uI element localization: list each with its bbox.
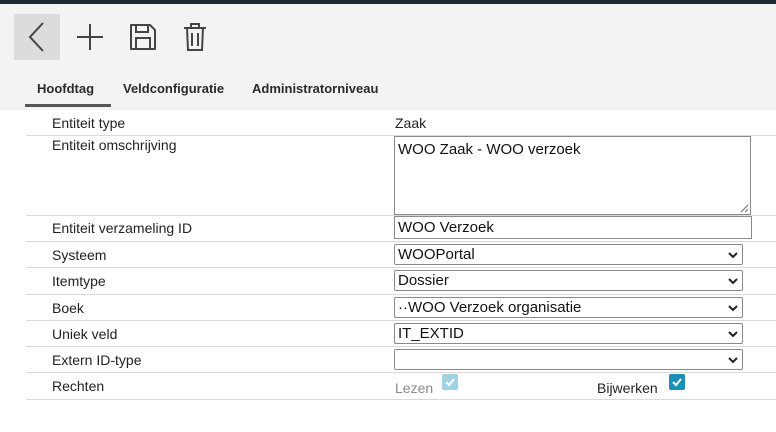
book-label: Boek (52, 300, 84, 316)
chevron-down-icon (728, 305, 738, 312)
rights-label: Rechten (52, 378, 105, 394)
tab-administratorniveau[interactable]: Administratorniveau (252, 70, 378, 108)
system-select[interactable]: WOOPortal (394, 244, 743, 265)
entity-description-value: WOO Zaak - WOO verzoek (398, 141, 581, 158)
read-permission-label: Lezen (395, 380, 434, 396)
entity-description-label: Entiteit omschrijving (52, 137, 177, 153)
book-selected-value: ··WOO Verzoek organisatie (398, 299, 582, 316)
entity-description-textarea[interactable]: WOO Zaak - WOO verzoek (394, 136, 751, 215)
collection-id-input[interactable]: WOO Verzoek (394, 216, 752, 239)
entity-type-value: Zaak (395, 115, 427, 131)
unique-field-select[interactable]: IT_EXTID (394, 323, 743, 344)
unique-field-label: Uniek veld (52, 326, 118, 342)
tab-hoofdtag[interactable]: Hoofdtag (37, 70, 94, 108)
extern-id-type-label: Extern ID-type (52, 352, 142, 368)
item-type-selected-value: Dossier (398, 272, 449, 289)
entity-type-label: Entiteit type (52, 115, 126, 131)
unique-field-selected-value: IT_EXTID (398, 325, 464, 342)
active-tab-indicator (25, 104, 111, 107)
book-select[interactable]: ··WOO Verzoek organisatie (394, 297, 743, 318)
form-row-entity-type: Entiteit type Zaak (26, 110, 776, 136)
checkmark-icon (672, 378, 682, 387)
plus-icon (77, 24, 103, 50)
floppy-disk-icon (130, 24, 156, 50)
write-permission-checkbox[interactable] (669, 374, 685, 390)
extern-id-type-select[interactable] (394, 349, 743, 370)
tab-bar: Hoofdtag Veldconfiguratie Administratorn… (0, 70, 776, 110)
trash-icon (184, 23, 206, 51)
chevron-down-icon (728, 331, 738, 338)
add-button[interactable] (67, 14, 113, 60)
resize-grip-icon[interactable] (740, 204, 749, 213)
collection-id-label: Entiteit verzameling ID (52, 220, 193, 236)
chevron-down-icon (728, 252, 738, 259)
form-row-rights: Rechten Lezen Bijwerken (26, 373, 776, 400)
read-permission-checkbox[interactable] (442, 374, 458, 390)
item-type-label: Itemtype (52, 273, 106, 289)
write-permission-label: Bijwerken (597, 380, 658, 396)
back-button[interactable] (14, 14, 60, 60)
system-label: Systeem (52, 247, 107, 263)
item-type-select[interactable]: Dossier (394, 270, 743, 291)
delete-button[interactable] (172, 14, 218, 60)
tab-veldconfiguratie[interactable]: Veldconfiguratie (123, 70, 224, 108)
chevron-down-icon (728, 357, 738, 364)
checkmark-icon (445, 378, 455, 387)
system-selected-value: WOOPortal (398, 246, 475, 263)
chevron-down-icon (728, 278, 738, 285)
save-button[interactable] (120, 14, 166, 60)
toolbar (0, 4, 776, 70)
chevron-left-icon (28, 22, 44, 52)
